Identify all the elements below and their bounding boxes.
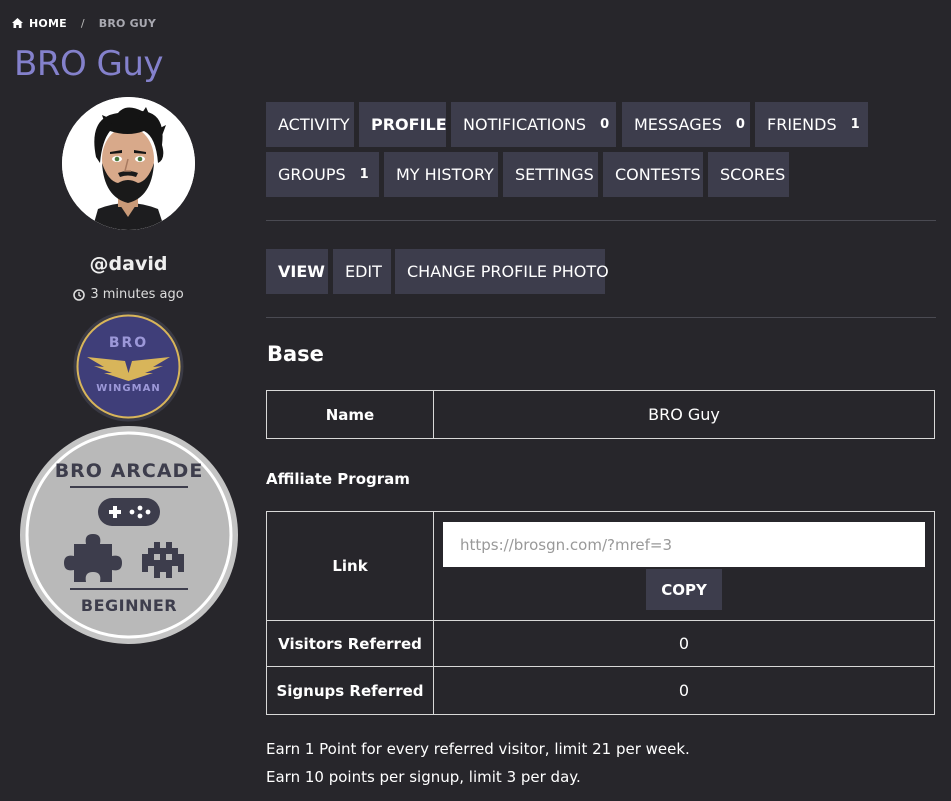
- profile-username: @david: [89, 253, 168, 275]
- clock-icon: [73, 288, 86, 301]
- link-cell: COPY: [433, 511, 935, 621]
- subtab-change-profile-photo[interactable]: CHANGE PROFILE PHOTO: [395, 249, 609, 294]
- arcade-badge-title: BRO ARCADE: [55, 460, 204, 482]
- affiliate-note-signups: Earn 10 points per signup, limit 3 per d…: [266, 768, 581, 786]
- tab-contests[interactable]: CONTESTS: [603, 152, 703, 197]
- tab-my-history[interactable]: MY HISTORY: [384, 152, 498, 197]
- last-active-text: 3 minutes ago: [90, 287, 184, 302]
- base-section-title: Base: [267, 342, 324, 366]
- divider: [266, 220, 936, 221]
- avatar[interactable]: [62, 97, 195, 230]
- table-row: Visitors Referred 0: [266, 620, 935, 667]
- visitors-referred-label: Visitors Referred: [266, 620, 434, 667]
- name-value: BRO Guy: [433, 390, 935, 439]
- tab-scores[interactable]: SCORES: [708, 152, 789, 197]
- page-title: BRO Guy: [14, 44, 164, 84]
- table-row: Signups Referred 0: [266, 666, 935, 715]
- table-row: Link COPY: [266, 511, 935, 621]
- messages-count: 0: [735, 117, 745, 132]
- copy-button[interactable]: COPY: [646, 569, 722, 610]
- breadcrumb: HOME / BRO GUY: [12, 15, 156, 31]
- wingman-badge[interactable]: BRO WINGMAN: [73, 311, 184, 422]
- tab-scores-label: SCORES: [720, 165, 786, 184]
- tab-friends-label: FRIENDS: [767, 115, 837, 134]
- breadcrumb-current: BRO GUY: [98, 16, 157, 30]
- tab-friends[interactable]: FRIENDS 1: [755, 102, 868, 147]
- base-table: Name BRO Guy: [266, 390, 935, 439]
- tab-activity-label: ACTIVITY: [278, 115, 350, 134]
- tab-messages-label: MESSAGES: [634, 115, 722, 134]
- subtab-edit-label: EDIT: [345, 262, 382, 281]
- breadcrumb-separator: /: [80, 16, 85, 30]
- avatar-illustration: [62, 97, 195, 230]
- tab-my-history-label: MY HISTORY: [396, 165, 494, 184]
- divider: [266, 317, 936, 318]
- tab-groups[interactable]: GROUPS 1: [266, 152, 379, 197]
- signups-referred-label: Signups Referred: [266, 666, 434, 715]
- arcade-badge[interactable]: BRO ARCADE BEGINNER: [18, 424, 240, 646]
- affiliate-title: Affiliate Program: [266, 470, 410, 488]
- tab-notifications-label: NOTIFICATIONS: [463, 115, 587, 134]
- tab-profile-label: PROFILE: [371, 115, 447, 134]
- notifications-count: 0: [600, 117, 610, 132]
- home-icon: [12, 18, 23, 28]
- link-label: Link: [266, 511, 434, 621]
- tab-groups-label: GROUPS: [278, 165, 346, 184]
- table-row: Name BRO Guy: [266, 390, 935, 439]
- arcade-badge-subtitle: BEGINNER: [81, 596, 177, 615]
- tab-contests-label: CONTESTS: [615, 165, 701, 184]
- subtab-edit[interactable]: EDIT: [333, 249, 391, 294]
- tab-messages[interactable]: MESSAGES 0: [622, 102, 750, 147]
- wingman-badge-subtitle: WINGMAN: [96, 383, 160, 394]
- subtab-view-label: VIEW: [278, 262, 325, 281]
- visitors-referred-value: 0: [433, 620, 935, 667]
- breadcrumb-home-link[interactable]: HOME: [12, 17, 67, 30]
- wingman-badge-title: BRO: [109, 335, 148, 351]
- tab-profile[interactable]: PROFILE: [359, 102, 447, 147]
- subtab-change-photo-label: CHANGE PROFILE PHOTO: [407, 262, 609, 281]
- subtab-view[interactable]: VIEW: [266, 249, 328, 294]
- last-active: 3 minutes ago: [0, 287, 257, 302]
- signups-referred-value: 0: [433, 666, 935, 715]
- tab-settings[interactable]: SETTINGS: [503, 152, 598, 197]
- affiliate-note-visitors: Earn 1 Point for every referred visitor,…: [266, 740, 690, 758]
- referral-link-input[interactable]: [443, 522, 925, 567]
- tab-activity[interactable]: ACTIVITY: [266, 102, 354, 147]
- breadcrumb-home-label: HOME: [29, 16, 67, 30]
- groups-count: 1: [359, 167, 369, 182]
- friends-count: 1: [850, 117, 860, 132]
- name-label: Name: [266, 390, 434, 439]
- tab-settings-label: SETTINGS: [515, 165, 594, 184]
- copy-button-wrap: COPY: [434, 567, 934, 620]
- affiliate-table: Link COPY Visitors Referred 0 Signups Re…: [266, 511, 935, 715]
- tab-notifications[interactable]: NOTIFICATIONS 0: [451, 102, 616, 147]
